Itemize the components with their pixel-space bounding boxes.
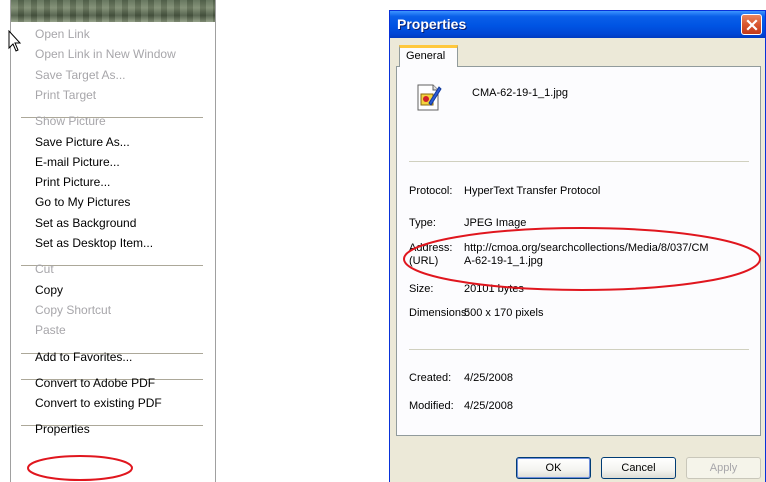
menu-item-save-picture-as[interactable]: Save Picture As... — [35, 132, 130, 152]
apply-button[interactable]: Apply — [686, 457, 761, 479]
context-menu: Open Link Open Link in New Window Save Tar… — [10, 0, 216, 482]
tab-general-label: General — [406, 50, 446, 62]
menu-item-properties[interactable]: Properties — [35, 419, 90, 439]
menu-item-cut[interactable]: Cut — [35, 259, 54, 279]
modified-label: Modified: — [409, 400, 454, 412]
menu-item-set-as-background[interactable]: Set as Background — [35, 213, 136, 233]
divider — [409, 349, 749, 350]
menu-item-convert-to-adobe-pdf[interactable]: Convert to Adobe PDF — [35, 373, 155, 393]
menu-item-print-picture[interactable]: Print Picture... — [35, 172, 110, 192]
dialog-title: Properties — [397, 16, 467, 32]
close-button[interactable] — [741, 14, 762, 35]
properties-annotation-oval — [27, 455, 133, 481]
dimensions-value: 500 x 170 pixels — [464, 307, 544, 319]
menu-item-print-target[interactable]: Print Target — [35, 85, 96, 105]
mouse-pointer-icon — [8, 30, 22, 52]
dimensions-label: Dimensions: — [409, 307, 470, 319]
menu-item-copy[interactable]: Copy — [35, 280, 63, 300]
background-image-strip — [11, 0, 215, 22]
menu-item-convert-to-existing-pdf[interactable]: Convert to existing PDF — [35, 393, 162, 413]
jpeg-file-icon — [417, 84, 442, 111]
close-icon — [746, 19, 758, 31]
protocol-label: Protocol: — [409, 185, 453, 197]
menu-item-paste[interactable]: Paste — [35, 320, 66, 340]
cancel-button[interactable]: Cancel — [601, 457, 676, 479]
created-value: 4/25/2008 — [464, 372, 513, 384]
menu-item-show-picture[interactable]: Show Picture — [35, 111, 106, 131]
menu-item-set-as-desktop-item[interactable]: Set as Desktop Item... — [35, 233, 153, 253]
menu-item-open-link-in-new-window[interactable]: Open Link in New Window — [35, 44, 176, 64]
tab-general[interactable]: General — [399, 45, 458, 67]
general-panel: CMA-62-19-1_1.jpg Protocol: HyperText Tr… — [396, 66, 761, 436]
address-annotation-oval — [403, 227, 761, 291]
protocol-value: HyperText Transfer Protocol — [464, 185, 601, 197]
created-label: Created: — [409, 372, 452, 384]
divider — [409, 161, 749, 162]
title-bar[interactable]: Properties — [390, 11, 765, 38]
menu-item-go-to-my-pictures[interactable]: Go to My Pictures — [35, 192, 130, 212]
menu-item-add-to-favorites[interactable]: Add to Favorites... — [35, 347, 132, 367]
ok-button[interactable]: OK — [516, 457, 591, 479]
properties-dialog: Properties General CMA-62-19-1_1.jpg Pro… — [389, 10, 766, 482]
file-name: CMA-62-19-1_1.jpg — [472, 87, 568, 99]
modified-value: 4/25/2008 — [464, 400, 513, 412]
menu-item-open-link[interactable]: Open Link — [35, 24, 90, 44]
menu-item-e-mail-picture[interactable]: E-mail Picture... — [35, 152, 120, 172]
menu-item-copy-shortcut[interactable]: Copy Shortcut — [35, 300, 111, 320]
menu-item-save-target-as[interactable]: Save Target As... — [35, 65, 126, 85]
